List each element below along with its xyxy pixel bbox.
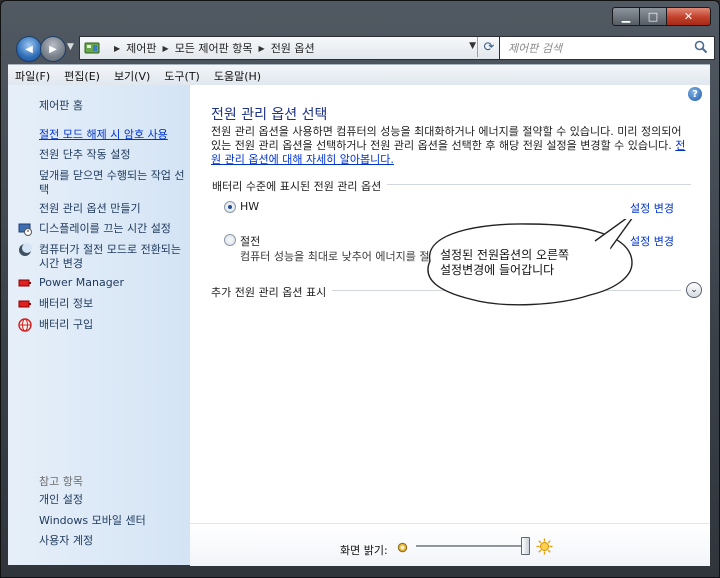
plan-hw-change-settings-link[interactable]: 설정 변경 xyxy=(630,200,674,216)
navigation-bar: ◀ ▶ ▼ ▶ 제어판 ▶ 모든 제어판 항목 ▶ 전원 옵션 ▼ ⟳ xyxy=(9,33,715,63)
plans-group-heading: 배터리 수준에 표시된 전원 관리 옵션 xyxy=(212,178,388,194)
help-icon[interactable]: ? xyxy=(688,87,702,101)
search-icon[interactable] xyxy=(694,40,708,54)
see-also-user-accounts[interactable]: 사용자 계정 xyxy=(39,534,187,548)
see-also-heading: 참고 항목 xyxy=(39,475,83,488)
address-bar[interactable]: ▶ 제어판 ▶ 모든 제어판 항목 ▶ 전원 옵션 ▼ ⟳ xyxy=(79,36,501,60)
title-bar[interactable]: ▁ □ ✕ xyxy=(1,1,719,29)
sidebar-item-sleep-time[interactable]: 컴퓨터가 절전 모드로 전환되는 시간 변경 xyxy=(19,243,187,271)
intro-text: 전원 관리 옵션을 사용하면 컴퓨터의 성능을 최대화하거나 에너지를 절약할 … xyxy=(211,125,691,167)
recent-pages-dropdown[interactable]: ▼ xyxy=(67,42,74,52)
brightness-slider-thumb[interactable] xyxy=(521,537,530,555)
sidebar-item-battery-info[interactable]: 배터리 정보 xyxy=(18,297,187,311)
search-input[interactable] xyxy=(500,40,690,56)
control-panel-icon xyxy=(84,42,100,54)
plan-name: 절전 xyxy=(240,235,261,248)
window-controls: ▁ □ ✕ xyxy=(612,7,711,26)
sidebar-item-lid-action[interactable]: 덮개를 닫으면 수행되는 작업 선택 xyxy=(39,169,187,197)
dim-brightness-icon xyxy=(397,542,408,553)
main-panel: ? 전원 관리 옵션 선택 전원 관리 옵션을 사용하면 컴퓨터의 성능을 최대… xyxy=(190,85,710,565)
sidebar-item-power-manager[interactable]: Power Manager xyxy=(18,276,187,290)
intro-description: 전원 관리 옵션을 사용하면 컴퓨터의 성능을 최대화하거나 에너지를 절약할 … xyxy=(211,125,682,152)
menu-help[interactable]: 도움말(H) xyxy=(207,68,268,84)
plan-radio[interactable] xyxy=(224,234,236,246)
breadcrumb-all-items[interactable]: 모든 제어판 항목 xyxy=(175,40,253,56)
refresh-icon: ⟳ xyxy=(483,39,495,55)
breadcrumb-power-options[interactable]: 전원 옵션 xyxy=(271,40,315,56)
search-box[interactable] xyxy=(499,36,715,60)
forward-arrow-icon: ▶ xyxy=(49,43,57,55)
forward-button[interactable]: ▶ xyxy=(40,36,66,62)
sidebar-item-buy-battery[interactable]: 배터리 구입 xyxy=(18,318,187,332)
sidebar-home-link[interactable]: 제어판 홈 xyxy=(39,97,83,113)
menu-bar: 파일(F) 편집(E) 보기(V) 도구(T) 도움말(H) xyxy=(8,64,710,86)
sidebar-item-label: 디스플레이를 끄는 시간 설정 xyxy=(39,222,171,235)
see-also-mobility-center[interactable]: Windows 모바일 센터 xyxy=(39,514,187,528)
menu-view[interactable]: 보기(V) xyxy=(107,68,157,84)
display-timer-icon xyxy=(18,223,32,236)
back-button[interactable]: ◀ xyxy=(16,36,42,62)
annotation-line-1: 설정된 전원옵션의 오른쪽 xyxy=(440,248,570,262)
breadcrumb-separator: ▶ xyxy=(114,43,121,53)
menu-tools[interactable]: 도구(T) xyxy=(157,68,207,84)
menu-edit[interactable]: 편집(E) xyxy=(57,68,107,84)
close-button[interactable]: ✕ xyxy=(667,7,711,26)
moon-sleep-icon xyxy=(19,243,32,256)
globe-icon xyxy=(18,318,32,332)
annotation-line-2: 설정변경에 들어갑니다 xyxy=(440,263,555,277)
sidebar-item-power-button[interactable]: 전원 단추 작동 설정 xyxy=(39,148,187,162)
plan-name: HW xyxy=(240,200,260,213)
content-area: 제어판 홈 절전 모드 해제 시 암호 사용 전원 단추 작동 설정 덮개를 닫… xyxy=(8,85,710,566)
task-pane: 제어판 홈 절전 모드 해제 시 암호 사용 전원 단추 작동 설정 덮개를 닫… xyxy=(8,85,190,565)
brightness-slider-track[interactable] xyxy=(416,545,526,548)
maximize-button[interactable]: □ xyxy=(640,7,667,26)
back-arrow-icon: ◀ xyxy=(25,43,33,55)
page-title: 전원 관리 옵션 선택 xyxy=(211,107,328,123)
bright-sun-icon xyxy=(536,538,553,555)
breadcrumb-control-panel[interactable]: 제어판 xyxy=(126,40,156,56)
sidebar-item-label: 배터리 구입 xyxy=(39,318,94,331)
expand-chevron-icon[interactable]: ⌄ xyxy=(686,282,702,298)
address-dropdown-icon[interactable]: ▼ xyxy=(469,41,476,51)
plan-radio-selected[interactable] xyxy=(224,201,236,213)
brightness-label: 화면 밝기: xyxy=(340,544,388,557)
breadcrumb-separator: ▶ xyxy=(258,43,265,53)
annotation-text: 설정된 전원옵션의 오른쪽 설정변경에 들어갑니다 xyxy=(440,248,630,278)
minimize-button[interactable]: ▁ xyxy=(612,7,640,26)
sidebar-item-display-off[interactable]: 디스플레이를 끄는 시간 설정 xyxy=(18,222,187,236)
sidebar-item-label: Power Manager xyxy=(39,276,124,289)
brightness-bar: 화면 밝기: xyxy=(190,523,710,566)
breadcrumb-separator: ▶ xyxy=(162,43,169,53)
sidebar-item-wake-password[interactable]: 절전 모드 해제 시 암호 사용 xyxy=(39,128,187,142)
battery-icon xyxy=(18,279,31,287)
sidebar-item-create-plan[interactable]: 전원 관리 옵션 만들기 xyxy=(39,202,187,216)
sidebar-item-label: 배터리 정보 xyxy=(39,297,94,310)
sidebar-item-label: 컴퓨터가 절전 모드로 전환되는 시간 변경 xyxy=(39,243,182,270)
refresh-button[interactable]: ⟳ xyxy=(477,37,500,57)
see-also-personalization[interactable]: 개인 설정 xyxy=(39,493,187,507)
show-additional-plans-heading[interactable]: 추가 전원 관리 옵션 표시 xyxy=(211,284,333,300)
battery-icon xyxy=(18,300,31,308)
menu-file[interactable]: 파일(F) xyxy=(8,68,57,84)
